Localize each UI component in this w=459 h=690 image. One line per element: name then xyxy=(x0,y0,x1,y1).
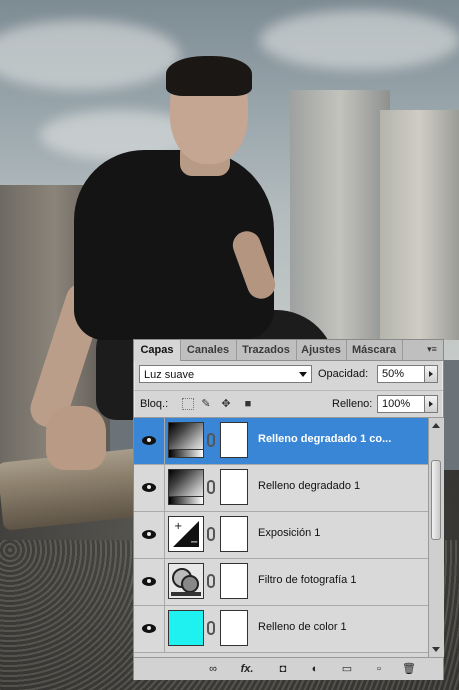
layer-row[interactable]: Relleno de color 1 xyxy=(134,606,428,653)
cloud xyxy=(260,10,459,70)
layer-row[interactable]: Relleno degradado 1 xyxy=(134,465,428,512)
fill-input[interactable]: 100% xyxy=(377,395,425,413)
layer-name: Filtro de fotografía 1 xyxy=(258,574,357,586)
lock-row: Bloq.: ✎ ✥ ■ Relleno: 100% xyxy=(134,391,443,418)
adjustment-layer-icon[interactable]: ◐ xyxy=(306,661,324,677)
tab-trazados[interactable]: Trazados xyxy=(236,340,297,360)
layers-scrollbar[interactable] xyxy=(428,418,444,657)
tab-capas[interactable]: Capas xyxy=(134,340,181,361)
chevron-down-icon xyxy=(299,372,307,377)
svg-text:−: − xyxy=(190,537,198,548)
color-fill-icon xyxy=(168,610,204,646)
fill-label: Relleno: xyxy=(332,398,373,410)
blend-mode-value: Luz suave xyxy=(144,369,195,381)
blend-row: Luz suave Opacidad: 50% xyxy=(134,360,443,391)
svg-text:+: + xyxy=(174,521,182,532)
link-icon[interactable] xyxy=(207,574,215,588)
link-icon[interactable] xyxy=(207,433,215,447)
trash-icon[interactable]: 🗑 xyxy=(400,661,418,677)
building xyxy=(380,110,459,340)
link-icon[interactable] xyxy=(207,480,215,494)
layer-row[interactable]: Relleno degradado 1 co... xyxy=(134,418,428,465)
lock-paint-icon[interactable]: ✎ xyxy=(200,398,212,410)
layer-mask-thumbnail[interactable] xyxy=(220,469,248,505)
layer-name: Relleno degradado 1 co... xyxy=(258,433,392,445)
opacity-input[interactable]: 50% xyxy=(377,365,425,383)
layers-list: Relleno degradado 1 co... Relleno degrad… xyxy=(134,418,428,657)
photo-filter-icon xyxy=(168,563,204,599)
lock-move-icon[interactable]: ✥ xyxy=(220,398,232,410)
layer-mask-thumbnail[interactable] xyxy=(220,563,248,599)
fill-slider-arrow[interactable] xyxy=(424,395,438,413)
layer-mask-thumbnail[interactable] xyxy=(220,610,248,646)
blend-mode-select[interactable]: Luz suave xyxy=(139,365,312,383)
new-group-folder-icon[interactable]: ▭ xyxy=(338,661,356,677)
layer-row[interactable]: + − Exposición 1 xyxy=(134,512,428,559)
lock-all-icon[interactable]: ■ xyxy=(242,398,254,410)
new-layer-icon[interactable]: ▫ xyxy=(370,661,388,677)
panel-menu-icon[interactable]: ▾≡ xyxy=(424,343,440,356)
layer-name: Relleno de color 1 xyxy=(258,621,347,633)
lock-label: Bloq.: xyxy=(140,398,169,410)
layer-name: Exposición 1 xyxy=(258,527,321,539)
visibility-eye-icon[interactable] xyxy=(134,465,165,511)
layer-mask-thumbnail[interactable] xyxy=(220,422,248,458)
opacity-label: Opacidad: xyxy=(318,368,369,380)
layers-panel: Capas Canales Trazados Ajustes Máscara ▾… xyxy=(133,339,444,680)
person-hand xyxy=(46,406,106,470)
layer-row[interactable]: Filtro de fotografía 1 xyxy=(134,559,428,606)
scroll-down-icon[interactable] xyxy=(432,647,440,652)
tab-canales[interactable]: Canales xyxy=(180,340,237,360)
visibility-eye-icon[interactable] xyxy=(134,606,165,652)
tab-ajustes[interactable]: Ajustes xyxy=(296,340,347,360)
panel-tabbar: Capas Canales Trazados Ajustes Máscara ▾… xyxy=(134,340,443,361)
lock-transparency-icon[interactable] xyxy=(182,398,194,410)
visibility-eye-icon[interactable] xyxy=(134,418,165,464)
add-mask-icon[interactable]: ◘ xyxy=(274,661,292,677)
layer-name: Relleno degradado 1 xyxy=(258,480,361,492)
scroll-up-icon[interactable] xyxy=(432,423,440,428)
scroll-thumb[interactable] xyxy=(431,460,441,540)
panel-footer: ∞ fx. ◘ ◐ ▭ ▫ 🗑 xyxy=(134,657,443,680)
person-hair xyxy=(166,56,252,96)
building xyxy=(290,90,390,350)
visibility-eye-icon[interactable] xyxy=(134,559,165,605)
exposure-icon: + − xyxy=(168,516,204,552)
gradient-icon xyxy=(168,422,204,458)
tab-mascara[interactable]: Máscara xyxy=(346,340,403,360)
layer-mask-thumbnail[interactable] xyxy=(220,516,248,552)
link-layers-icon[interactable]: ∞ xyxy=(204,661,222,677)
link-icon[interactable] xyxy=(207,621,215,635)
fx-icon[interactable]: fx. xyxy=(238,661,256,677)
gradient-icon xyxy=(168,469,204,505)
opacity-slider-arrow[interactable] xyxy=(424,365,438,383)
link-icon[interactable] xyxy=(207,527,215,541)
visibility-eye-icon[interactable] xyxy=(134,512,165,558)
